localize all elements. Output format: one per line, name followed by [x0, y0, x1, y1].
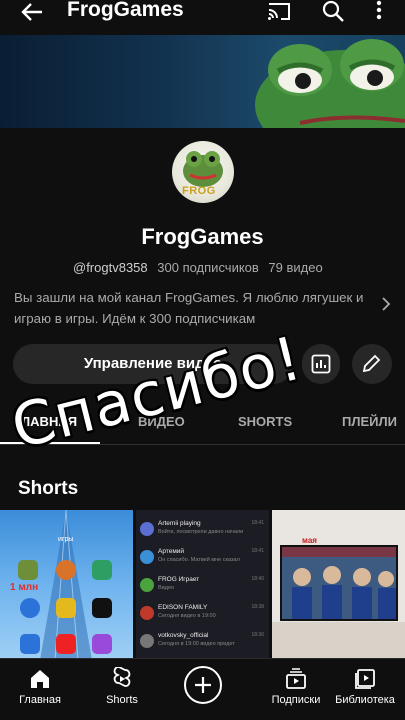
shorts-icon — [113, 667, 131, 687]
nav-label-shorts: Shorts — [106, 694, 138, 706]
nav-subscriptions[interactable]: Подписки — [256, 659, 336, 720]
chat-row: votkovsky_official Сегодня в 19:00 видео… — [140, 632, 266, 652]
channel-name: FrogGames — [141, 224, 264, 249]
nav-home[interactable]: Главная — [0, 659, 80, 720]
channel-meta: @frogtv8358 300 подписчиков 79 видео — [73, 260, 329, 275]
app-icon-blue-2 — [20, 634, 40, 654]
subscriptions-icon — [286, 668, 306, 689]
library-icon — [355, 669, 375, 689]
app-icon-youtube — [56, 634, 76, 654]
thumbnail-caption: мая — [302, 536, 317, 545]
chat-time: 18:41 — [251, 548, 264, 554]
chat-message: Сегодня в 19:00 видео придет — [158, 641, 235, 647]
short-thumbnail-2[interactable]: Artemii playing Войти, посмотрели давно … — [136, 510, 269, 660]
chat-avatar — [140, 634, 154, 648]
chat-name: FROG Играет — [158, 576, 200, 583]
cast-icon[interactable] — [266, 0, 292, 24]
chat-name: Артемий — [158, 548, 185, 555]
channel-handle: @frogtv8358 — [73, 260, 148, 275]
video-count: 79 видео — [268, 260, 323, 275]
nav-label-subscriptions: Подписки — [271, 694, 321, 706]
chat-row: Артемий Он спасибо. Матвей мне сказал 18… — [140, 548, 266, 568]
edit-pencil-icon — [362, 354, 381, 373]
tab-playlists[interactable]: ПЛЕЙЛИ — [342, 414, 397, 429]
chat-time: 18:40 — [251, 576, 264, 582]
nav-shorts[interactable]: Shorts — [82, 659, 162, 720]
channel-avatar[interactable]: FROG — [172, 141, 234, 203]
nav-label-library: Библиотека — [335, 694, 395, 706]
chat-row: FROG Играет Видео 18:40 — [140, 576, 266, 596]
short-thumbnail-1[interactable]: игры 1 млн — [0, 510, 133, 660]
short-thumbnail-3[interactable]: мая — [272, 510, 405, 660]
analytics-icon — [311, 354, 331, 374]
channel-description[interactable]: Вы зашли на мой канал FrogGames. Я люблю… — [14, 287, 374, 329]
chat-time: 18:41 — [251, 520, 264, 526]
nav-label-home: Главная — [19, 694, 61, 706]
shorts-section-title: Shorts — [18, 478, 79, 499]
chat-name: EDISON FAMILY — [158, 604, 208, 611]
tv-stand — [272, 622, 405, 660]
chat-message: Он спасибо. Матвей мне сказал — [158, 557, 240, 563]
app-icon-green — [92, 560, 112, 580]
app-icon-orange — [56, 560, 76, 580]
chat-row: EDISON FAMILY Сегодня видео в 19:00 18:3… — [140, 604, 266, 624]
more-vert-icon[interactable] — [368, 0, 390, 24]
tv-screen — [280, 545, 398, 621]
shorts-shelf: игры 1 млн Artemii playing Войти, посмот… — [0, 510, 405, 660]
chat-row: Artemii playing Войти, посмотрели давно … — [140, 520, 266, 540]
overlay-label: 1 млн — [10, 582, 39, 593]
chat-avatar — [140, 522, 154, 536]
crowd-art — [282, 547, 396, 619]
chat-time: 18:38 — [251, 604, 264, 610]
home-icon — [31, 670, 49, 688]
chevron-right-icon[interactable] — [380, 296, 392, 312]
app-icon-blue — [20, 598, 40, 618]
chat-avatar — [140, 606, 154, 620]
tab-shorts[interactable]: SHORTS — [238, 414, 292, 429]
frog-banner-art — [255, 39, 405, 128]
search-icon[interactable] — [320, 0, 346, 24]
chat-name: Artemii playing — [158, 520, 201, 527]
chat-message: Войти, посмотрели давно начали — [158, 529, 244, 535]
app-icon-yellow — [56, 598, 76, 618]
app-bar: FrogGames — [0, 0, 405, 28]
chat-time: 18:36 — [251, 632, 264, 638]
chat-avatar — [140, 550, 154, 564]
app-icon-purple — [92, 634, 112, 654]
channel-banner — [0, 35, 405, 128]
edit-channel-button[interactable] — [352, 344, 392, 384]
chat-name: votkovsky_official — [158, 632, 209, 639]
analytics-button[interactable] — [302, 344, 340, 384]
app-icon-minecraft — [18, 560, 38, 580]
chat-message: Видео — [158, 585, 175, 591]
channel-title: FrogGames — [67, 0, 184, 21]
app-icon-capcut — [92, 598, 112, 618]
avatar-text: FROG — [182, 185, 216, 197]
add-circle-icon — [195, 677, 211, 693]
chat-avatar — [140, 578, 154, 592]
subscriber-count: 300 подписчиков — [157, 260, 259, 275]
folder-label: игры — [58, 536, 74, 543]
chat-message: Сегодня видео в 19:00 — [158, 613, 216, 619]
back-arrow-icon[interactable] — [18, 0, 46, 26]
create-button[interactable] — [184, 666, 222, 704]
nav-library[interactable]: Библиотека — [325, 659, 405, 720]
